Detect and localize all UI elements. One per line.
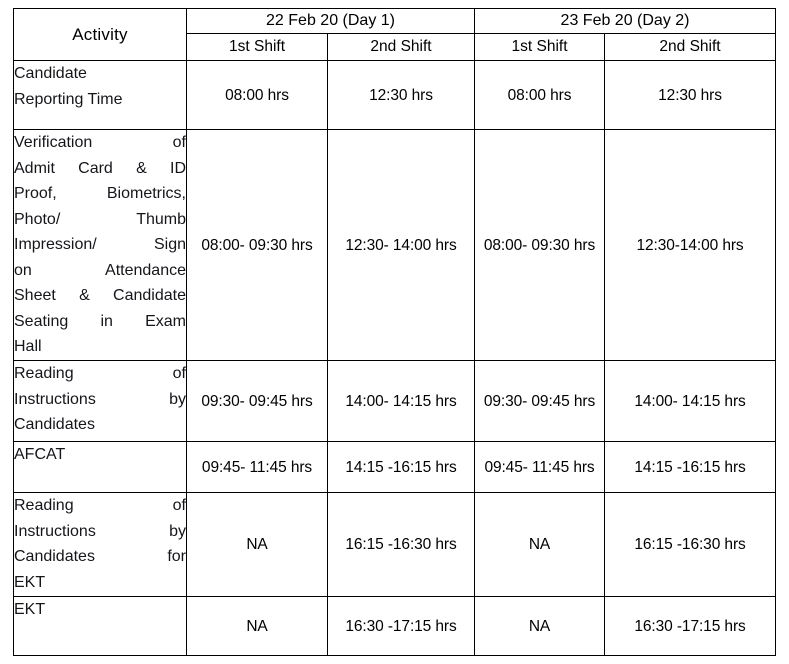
- value-text: 16:15 -16:30 hrs: [345, 536, 457, 553]
- activity-line: Reading of: [14, 365, 186, 382]
- value-cell-reading-instructions-day1-shift2: 14:00- 14:15 hrs: [326, 360, 476, 442]
- value-text: 16:30 -17:15 hrs: [345, 617, 457, 635]
- value-text: NA: [528, 536, 551, 553]
- activity-line: EKT: [14, 573, 46, 591]
- activity-cell-candidate-reporting-time: Candidate Reporting Time: [13, 60, 187, 130]
- activity-line: Impression/ Sign: [14, 236, 186, 253]
- value-cell-reading-instructions-ekt-day1-shift1: NA: [186, 492, 328, 597]
- activity-line: Hall: [14, 338, 42, 355]
- column-header-activity: Activity: [13, 8, 187, 61]
- value-cell-afcat-day1-shift1: 09:45- 11:45 hrs: [186, 441, 328, 493]
- value-text: 09:30- 09:45 hrs: [483, 392, 596, 410]
- column-header-day1: 22 Feb 20 (Day 1): [185, 8, 476, 34]
- activity-line: Reading of: [14, 497, 186, 514]
- value-cell-candidate-reporting-time-day2-shift1: 08:00 hrs: [474, 60, 606, 130]
- value-text: 16:15 -16:30 hrs: [634, 536, 746, 553]
- activity-line: Candidate: [14, 65, 87, 82]
- value-text: 14:00- 14:15 hrs: [634, 392, 746, 410]
- value-text: 09:45- 11:45 hrs: [484, 458, 595, 476]
- value-cell-reading-instructions-ekt-day2-shift1: NA: [474, 492, 606, 597]
- table-row: Reading of Instructions by Candidates 09:30…: [13, 360, 777, 442]
- value-text: NA: [528, 617, 551, 635]
- value-cell-ekt-day1-shift1: NA: [186, 596, 328, 656]
- table-row: Verification of Admit Card & ID Proof, Bio…: [13, 129, 777, 361]
- value-text: 12:30 hrs: [369, 86, 433, 104]
- activity-line: EKT: [14, 601, 46, 618]
- activity-cell-ekt: EKT: [13, 596, 187, 656]
- value-cell-afcat-day1-shift2: 14:15 -16:15 hrs: [326, 441, 476, 493]
- value-text: 08:00- 09:30 hrs: [201, 236, 313, 254]
- value-text: 12:30- 14:00 hrs: [345, 236, 457, 254]
- document-page: Activity 22 Feb 20 (Day 1) 23 Feb 20 (Da…: [0, 0, 789, 664]
- value-text: 12:30 hrs: [658, 86, 722, 104]
- activity-line: AFCAT: [14, 446, 66, 463]
- value-cell-afcat-day2-shift2: 14:15 -16:15 hrs: [604, 441, 777, 493]
- value-cell-reading-instructions-day1-shift1: 09:30- 09:45 hrs: [186, 360, 328, 442]
- value-cell-candidate-reporting-time-day2-shift2: 12:30 hrs: [604, 60, 777, 130]
- activity-line: Photo/ Thumb: [14, 210, 186, 228]
- value-cell-reading-instructions-ekt-day2-shift2: 16:15 -16:30 hrs: [604, 492, 777, 597]
- table-body: Candidate Reporting Time 08:00 hrs 12:30 hr…: [13, 60, 777, 656]
- value-cell-candidate-reporting-time-day1-shift2: 12:30 hrs: [326, 60, 476, 130]
- value-text: 08:00- 09:30 hrs: [483, 236, 596, 254]
- activity-line: Instructions by: [14, 522, 186, 540]
- activity-cell-reading-instructions: Reading of Instructions by Candidates: [13, 360, 187, 442]
- activity-line: Reporting Time: [14, 90, 123, 108]
- value-text: 09:45- 11:45 hrs: [201, 458, 313, 476]
- value-text: 08:00 hrs: [507, 86, 572, 104]
- value-text: NA: [246, 536, 268, 553]
- value-cell-verification-day2-shift2: 12:30-14:00 hrs: [604, 129, 777, 361]
- value-text: 14:15 -16:15 hrs: [345, 458, 457, 476]
- activity-line: Verification of: [14, 134, 186, 151]
- value-cell-verification-day1-shift1: 08:00- 09:30 hrs: [186, 129, 328, 361]
- value-cell-candidate-reporting-time-day1-shift1: 08:00 hrs: [186, 60, 328, 130]
- activity-line: Admit Card & ID: [14, 159, 186, 177]
- activity-line: Proof, Biometrics,: [14, 185, 186, 202]
- value-cell-ekt-day1-shift2: 16:30 -17:15 hrs: [326, 596, 476, 656]
- activity-line: Instructions by: [14, 390, 186, 408]
- activity-line: Candidates for: [14, 548, 186, 565]
- activity-line: Sheet & Candidate: [14, 287, 186, 304]
- column-header-day2: 23 Feb 20 (Day 2): [474, 8, 777, 34]
- value-text: NA: [246, 617, 268, 635]
- table-header: Activity 22 Feb 20 (Day 1) 23 Feb 20 (Da…: [13, 8, 777, 61]
- activity-cell-verification: Verification of Admit Card & ID Proof, Bio…: [13, 129, 187, 361]
- activity-cell-reading-instructions-ekt: Reading of Instructions by Candidates for E…: [13, 492, 187, 597]
- table-row: EKT NA 16:30 -17:15 hrs NA 16:30 -17:15 hrs: [13, 596, 777, 656]
- value-cell-ekt-day2-shift1: NA: [474, 596, 606, 656]
- value-text: 14:00- 14:15 hrs: [345, 392, 457, 410]
- column-header-day1-shift2: 2nd Shift: [326, 33, 476, 61]
- column-header-day2-shift1: 1st Shift: [474, 33, 606, 61]
- column-header-day2-shift2: 2nd Shift: [604, 33, 777, 61]
- value-cell-ekt-day2-shift2: 16:30 -17:15 hrs: [604, 596, 777, 656]
- value-text: 09:30- 09:45 hrs: [201, 392, 313, 410]
- value-text: 16:30 -17:15 hrs: [634, 617, 746, 635]
- table-row: Reading of Instructions by Candidates for E…: [13, 492, 777, 597]
- table-row: AFCAT 09:45- 11:45 hrs 14:15 -16:15 hrs 09:…: [13, 441, 777, 493]
- value-text: 08:00 hrs: [225, 86, 289, 104]
- activity-cell-afcat: AFCAT: [13, 441, 187, 493]
- exam-schedule-table: Activity 22 Feb 20 (Day 1) 23 Feb 20 (Da…: [13, 8, 777, 656]
- activity-line: Seating in Exam: [14, 312, 186, 330]
- value-cell-reading-instructions-ekt-day1-shift2: 16:15 -16:30 hrs: [326, 492, 476, 597]
- value-cell-reading-instructions-day2-shift2: 14:00- 14:15 hrs: [604, 360, 777, 442]
- value-text: 12:30-14:00 hrs: [636, 236, 744, 254]
- activity-line: on Attendance: [14, 261, 186, 279]
- value-cell-afcat-day2-shift1: 09:45- 11:45 hrs: [474, 441, 606, 493]
- value-cell-verification-day1-shift2: 12:30- 14:00 hrs: [326, 129, 476, 361]
- header-row-dates: Activity 22 Feb 20 (Day 1) 23 Feb 20 (Da…: [13, 8, 777, 61]
- column-header-day1-shift1: 1st Shift: [186, 33, 328, 61]
- value-cell-verification-day2-shift1: 08:00- 09:30 hrs: [474, 129, 606, 361]
- value-cell-reading-instructions-day2-shift1: 09:30- 09:45 hrs: [474, 360, 606, 442]
- value-text: 14:15 -16:15 hrs: [634, 458, 746, 476]
- activity-line: Candidates: [14, 416, 95, 433]
- table-row: Candidate Reporting Time 08:00 hrs 12:30 hr…: [13, 60, 777, 130]
